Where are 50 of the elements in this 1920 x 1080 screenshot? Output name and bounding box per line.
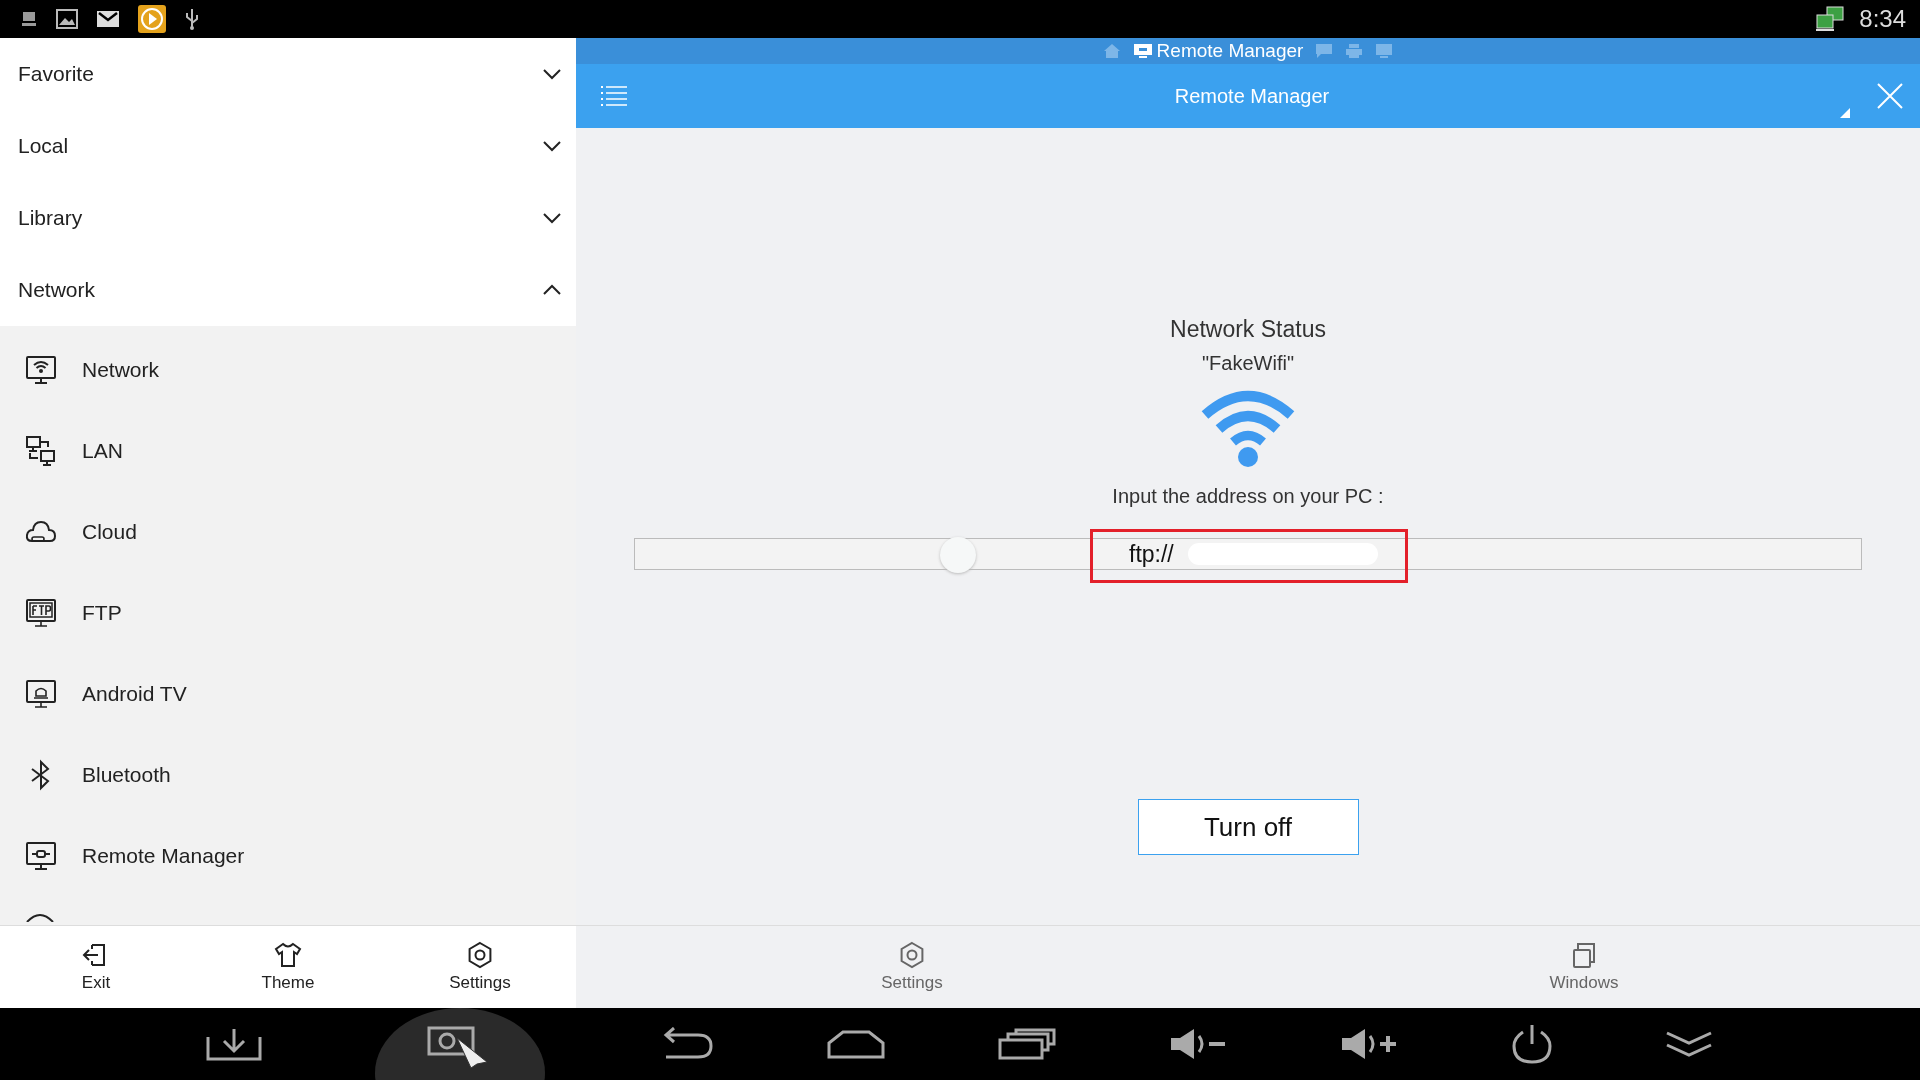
clock: 8:34 — [1859, 5, 1906, 33]
monitor-icon — [25, 839, 57, 872]
monitor-icon — [1132, 43, 1153, 59]
shirt-icon — [274, 941, 302, 969]
sidebar-item[interactable]: FTP — [0, 572, 576, 653]
lan-icon — [25, 434, 57, 467]
address-field[interactable]: ftp:// — [634, 538, 1862, 570]
mail-icon — [96, 10, 120, 28]
settings-icon — [466, 941, 494, 969]
power-icon[interactable] — [1510, 1023, 1553, 1065]
sidebar-item[interactable]: LAN — [0, 410, 576, 491]
play-icon — [138, 5, 166, 33]
turn-off-button[interactable]: Turn off — [1137, 799, 1359, 855]
sidebar-item[interactable]: Android TV — [0, 653, 576, 734]
sidebar-item[interactable]: Cloud — [0, 491, 576, 572]
monitor-icon — [25, 596, 57, 629]
network-icon — [1815, 6, 1846, 32]
double-chevron-icon[interactable] — [1665, 1029, 1714, 1059]
close-icon[interactable] — [1876, 82, 1904, 110]
toolbar-button[interactable]: Exit — [0, 926, 192, 1008]
computer-icon — [20, 10, 38, 28]
sidebar-item[interactable]: Remote Manager — [0, 815, 576, 896]
toolbar-button[interactable]: Settings — [576, 926, 1248, 1008]
wifi-icon — [1201, 389, 1295, 469]
image-icon — [56, 9, 78, 29]
download-icon[interactable] — [206, 1027, 263, 1061]
toolbar-button[interactable]: Windows — [1248, 926, 1920, 1008]
sidebar-section[interactable]: Network — [0, 254, 576, 326]
monitor-wifi-icon — [25, 353, 57, 386]
sidebar-item[interactable]: Bluetooth — [0, 734, 576, 815]
sidebar-section[interactable]: Local — [0, 110, 576, 182]
wifi-name: "FakeWifi" — [1202, 352, 1294, 375]
usb-icon — [184, 7, 200, 31]
address-prompt: Input the address on your PC : — [1112, 485, 1384, 508]
resize-corner-icon[interactable] — [1840, 108, 1850, 118]
volume-up-icon[interactable] — [1339, 1027, 1398, 1061]
sidebar-section[interactable]: Favorite — [0, 38, 576, 110]
home-icon[interactable] — [827, 1029, 886, 1059]
volume-down-icon[interactable] — [1168, 1027, 1227, 1061]
list-icon[interactable] — [600, 84, 628, 108]
recent-apps-icon[interactable] — [997, 1028, 1056, 1060]
tv-robot-icon — [25, 677, 57, 710]
sidebar-section[interactable]: Library — [0, 182, 576, 254]
window-title: Remote Manager — [1173, 84, 1331, 108]
status-heading: Network Status — [1170, 316, 1326, 343]
windows-icon — [1570, 941, 1598, 969]
sidebar-item[interactable]: Network — [0, 329, 576, 410]
toolbar-button[interactable]: Settings — [384, 926, 576, 1008]
settings-icon — [898, 941, 926, 969]
toolbar-button[interactable]: Theme — [192, 926, 384, 1008]
